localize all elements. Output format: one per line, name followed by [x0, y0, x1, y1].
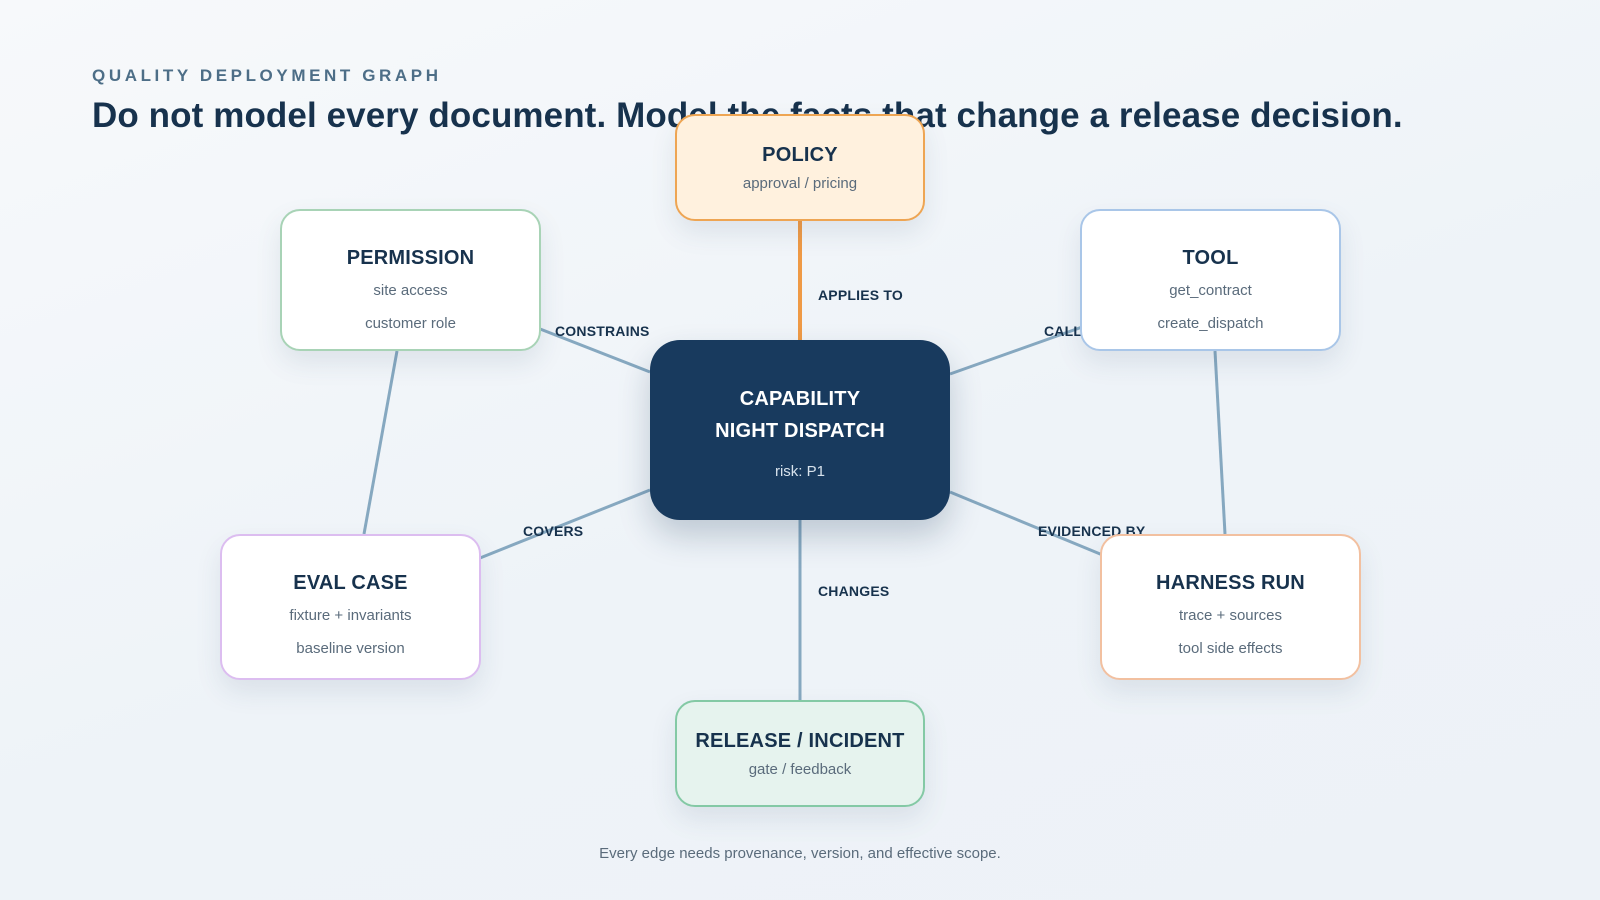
node-detail: gate / feedback — [748, 761, 852, 778]
edge-label-covers: COVERS — [523, 523, 584, 539]
node-permission: PERMISSION site access customer role — [280, 209, 541, 351]
node-tool: TOOL get_contract create_dispatch — [1080, 209, 1341, 351]
edge-label-constrains: CONSTRAINS — [555, 323, 650, 339]
node-policy: POLICY approval / pricing — [675, 114, 925, 221]
node-detail: risk: P1 — [774, 463, 825, 480]
edge-label-applies-to: APPLIES TO — [818, 287, 903, 303]
node-eval-case: EVAL CASE fixture + invariants baseline … — [220, 534, 481, 680]
node-capability: CAPABILITY NIGHT DISPATCH risk: P1 — [650, 340, 950, 520]
node-detail: customer role — [365, 315, 456, 332]
node-release-incident: RELEASE / INCIDENT gate / feedback — [675, 700, 925, 807]
node-title-line: NIGHT DISPATCH — [715, 420, 885, 442]
node-title: PERMISSION — [346, 247, 475, 269]
node-title: RELEASE / INCIDENT — [695, 730, 905, 752]
node-detail: get_contract — [1169, 282, 1252, 299]
edge-tool-harness — [1213, 350, 1227, 535]
node-title: TOOL — [1182, 247, 1239, 269]
node-title: EVAL CASE — [293, 572, 408, 594]
node-detail: fixture + invariants — [289, 607, 412, 624]
node-detail: baseline version — [296, 640, 405, 657]
edge-label-changes: CHANGES — [818, 583, 890, 599]
node-detail: create_dispatch — [1157, 315, 1264, 332]
node-title: HARNESS RUN — [1156, 572, 1305, 594]
node-title: CAPABILITY NIGHT DISPATCH — [650, 383, 950, 447]
node-title-line: CAPABILITY — [739, 388, 861, 410]
footnote: Every edge needs provenance, version, an… — [599, 845, 1001, 862]
node-detail: approval / pricing — [742, 175, 858, 192]
node-harness-run: HARNESS RUN trace + sources tool side ef… — [1100, 534, 1361, 680]
node-detail: site access — [373, 282, 448, 299]
node-title: POLICY — [762, 144, 838, 166]
node-detail: trace + sources — [1179, 607, 1282, 624]
edge-permission-evalcase — [362, 350, 399, 535]
node-detail: tool side effects — [1178, 640, 1283, 657]
